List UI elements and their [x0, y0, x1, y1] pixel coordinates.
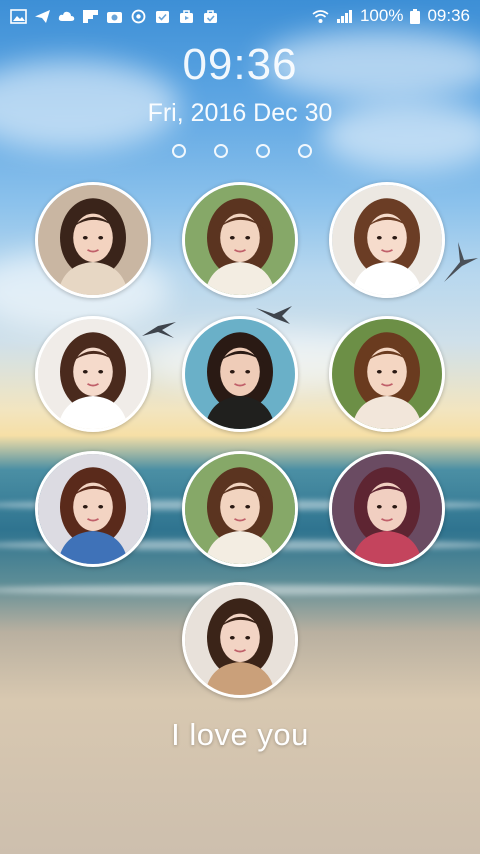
pin-progress-dots	[2, 144, 480, 158]
notification-icons	[10, 8, 219, 24]
lockscreen-clock: 09:36	[182, 40, 298, 89]
photo-button-5[interactable]	[182, 316, 298, 432]
lock-screen: 100% 09:36 09:36 Fri, 2016 Dec 30 I love…	[0, 0, 480, 854]
wifi-icon	[312, 9, 329, 24]
photo-button-1[interactable]	[35, 182, 151, 298]
portrait-image	[38, 319, 148, 429]
pin-dot	[298, 144, 312, 158]
portrait-image	[332, 319, 442, 429]
signal-icon	[336, 9, 353, 24]
pin-dot	[214, 144, 228, 158]
battery-percent: 100%	[359, 6, 404, 25]
photo-button-4[interactable]	[35, 316, 151, 432]
portrait-image	[38, 454, 148, 564]
send-icon	[34, 9, 51, 24]
portrait-image	[185, 454, 295, 564]
portrait-image	[185, 319, 295, 429]
bird-shape	[444, 242, 478, 282]
bag-icon	[178, 9, 195, 24]
portrait-image	[185, 185, 295, 295]
gallery-icon	[106, 9, 123, 24]
photo-button-8[interactable]	[182, 451, 298, 567]
pin-dot	[172, 144, 186, 158]
flipboard-icon	[82, 9, 99, 24]
portrait-image	[332, 454, 442, 564]
photo-button-2[interactable]	[182, 182, 298, 298]
portrait-image	[185, 585, 295, 695]
photo-button-7[interactable]	[35, 451, 151, 567]
lockscreen-message: I love you	[171, 717, 309, 752]
sync-icon	[130, 9, 147, 24]
bird-shape	[142, 322, 176, 338]
photo-button-10[interactable]	[182, 582, 298, 698]
image-icon	[10, 8, 27, 24]
photo-button-9[interactable]	[329, 451, 445, 567]
bag-check-icon	[202, 9, 219, 24]
system-status: 100% 09:36	[312, 6, 470, 26]
pin-dot	[256, 144, 270, 158]
portrait-image	[332, 185, 442, 295]
lockscreen-date: Fri, 2016 Dec 30	[147, 99, 333, 127]
status-bar: 100% 09:36	[0, 0, 480, 32]
cloud-icon	[58, 9, 75, 24]
portrait-image	[38, 185, 148, 295]
battery-icon	[410, 8, 421, 24]
photo-button-6[interactable]	[329, 316, 445, 432]
photo-button-3[interactable]	[329, 182, 445, 298]
clipboard-icon	[154, 9, 171, 24]
status-time: 09:36	[427, 6, 470, 25]
